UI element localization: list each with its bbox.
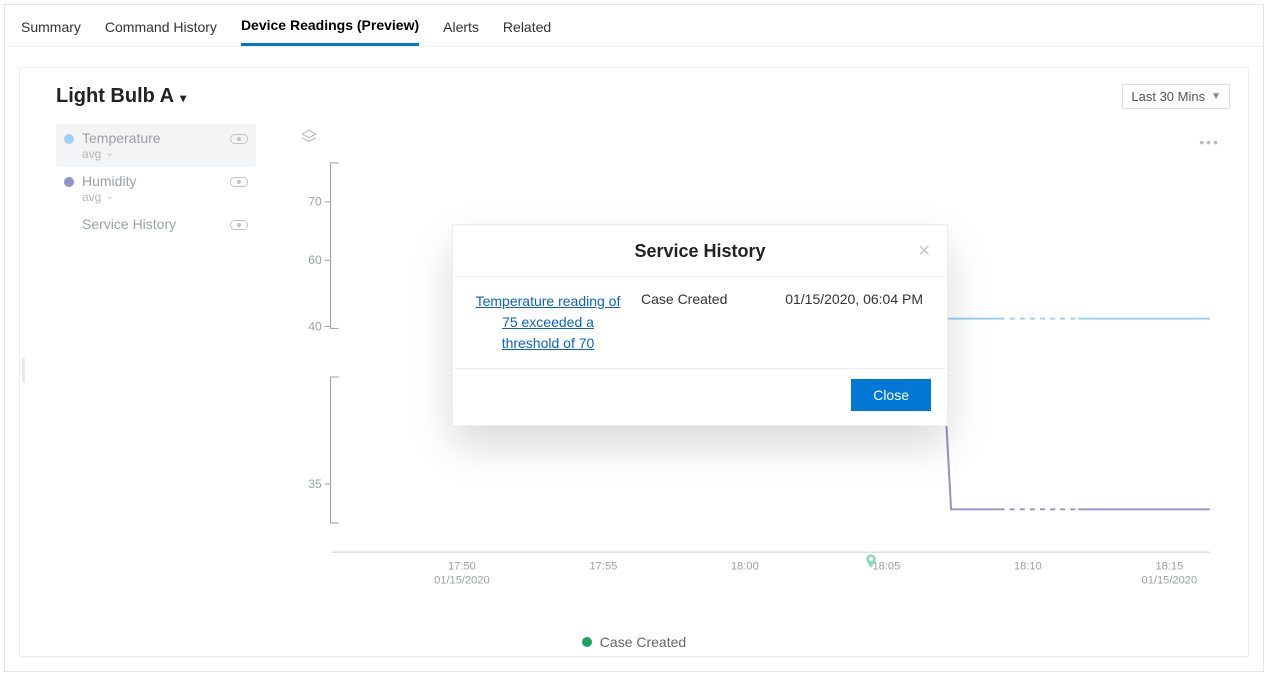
time-range-select[interactable]: Last 30 Mins ▼ xyxy=(1122,84,1230,109)
caret-down-icon: ▼ xyxy=(1211,91,1221,102)
chevron-down-icon[interactable]: ⌄ xyxy=(105,191,113,203)
service-history-popover: Service History ✕ Temperature reading of… xyxy=(452,224,948,426)
svg-text:18:10: 18:10 xyxy=(1014,561,1042,573)
swatch-temperature xyxy=(64,134,74,144)
swatch-humidity xyxy=(64,177,74,187)
app-frame: Summary Command History Device Readings … xyxy=(4,4,1264,672)
svg-text:35: 35 xyxy=(308,477,322,491)
tab-device-readings[interactable]: Device Readings (Preview) xyxy=(241,15,419,46)
svg-text:18:15: 18:15 xyxy=(1155,561,1183,573)
chart-bottom-legend: Case Created xyxy=(20,634,1248,650)
popover-title: Service History xyxy=(634,241,765,262)
case-status: Case Created xyxy=(641,291,761,354)
series-legend: Temperature avg⌄ Humidity avg⌄ xyxy=(56,124,256,239)
svg-text:40: 40 xyxy=(308,320,322,334)
case-link[interactable]: Temperature reading of 75 exceeded a thr… xyxy=(473,291,623,354)
svg-text:17:50: 17:50 xyxy=(448,561,476,573)
svg-text:01/15/2020: 01/15/2020 xyxy=(1142,574,1198,586)
event-marker-icon[interactable] xyxy=(863,551,879,576)
resize-handle[interactable] xyxy=(22,358,25,382)
visibility-toggle-icon[interactable] xyxy=(230,177,248,187)
panel-header: Light Bulb A ▾ Last 30 Mins ▼ xyxy=(20,68,1248,115)
time-range-label: Last 30 Mins xyxy=(1131,89,1205,104)
caret-down-icon: ▾ xyxy=(180,91,186,105)
dot-icon xyxy=(582,637,592,647)
visibility-toggle-icon[interactable] xyxy=(230,220,248,230)
tab-related[interactable]: Related xyxy=(503,17,551,45)
legend-label: Temperature xyxy=(82,130,161,147)
chevron-down-icon[interactable]: ⌄ xyxy=(105,148,113,160)
close-button[interactable]: Close xyxy=(851,379,931,411)
tab-alerts[interactable]: Alerts xyxy=(443,17,479,45)
svg-text:01/15/2020: 01/15/2020 xyxy=(434,574,490,586)
legend-item-temperature[interactable]: Temperature avg⌄ xyxy=(56,124,256,167)
svg-text:17:55: 17:55 xyxy=(589,561,617,573)
svg-text:70: 70 xyxy=(308,195,322,209)
tab-summary[interactable]: Summary xyxy=(21,17,81,45)
device-picker[interactable]: Light Bulb A ▾ xyxy=(56,85,186,108)
device-title: Light Bulb A xyxy=(56,85,174,108)
legend-item-humidity[interactable]: Humidity avg⌄ xyxy=(56,167,256,210)
visibility-toggle-icon[interactable] xyxy=(230,134,248,144)
legend-item-service-history[interactable]: Service History xyxy=(56,210,256,239)
chart-legend-label: Case Created xyxy=(600,634,686,650)
svg-text:60: 60 xyxy=(308,253,322,267)
case-timestamp: 01/15/2020, 06:04 PM xyxy=(779,291,927,354)
close-icon[interactable]: ✕ xyxy=(918,241,931,261)
tab-bar: Summary Command History Device Readings … xyxy=(5,5,1263,47)
svg-text:18:00: 18:00 xyxy=(731,561,759,573)
readings-panel: Light Bulb A ▾ Last 30 Mins ▼ ••• Temper… xyxy=(19,67,1249,657)
legend-label: Service History xyxy=(82,216,176,233)
legend-label: Humidity xyxy=(82,173,136,190)
tab-command-history[interactable]: Command History xyxy=(105,17,217,45)
